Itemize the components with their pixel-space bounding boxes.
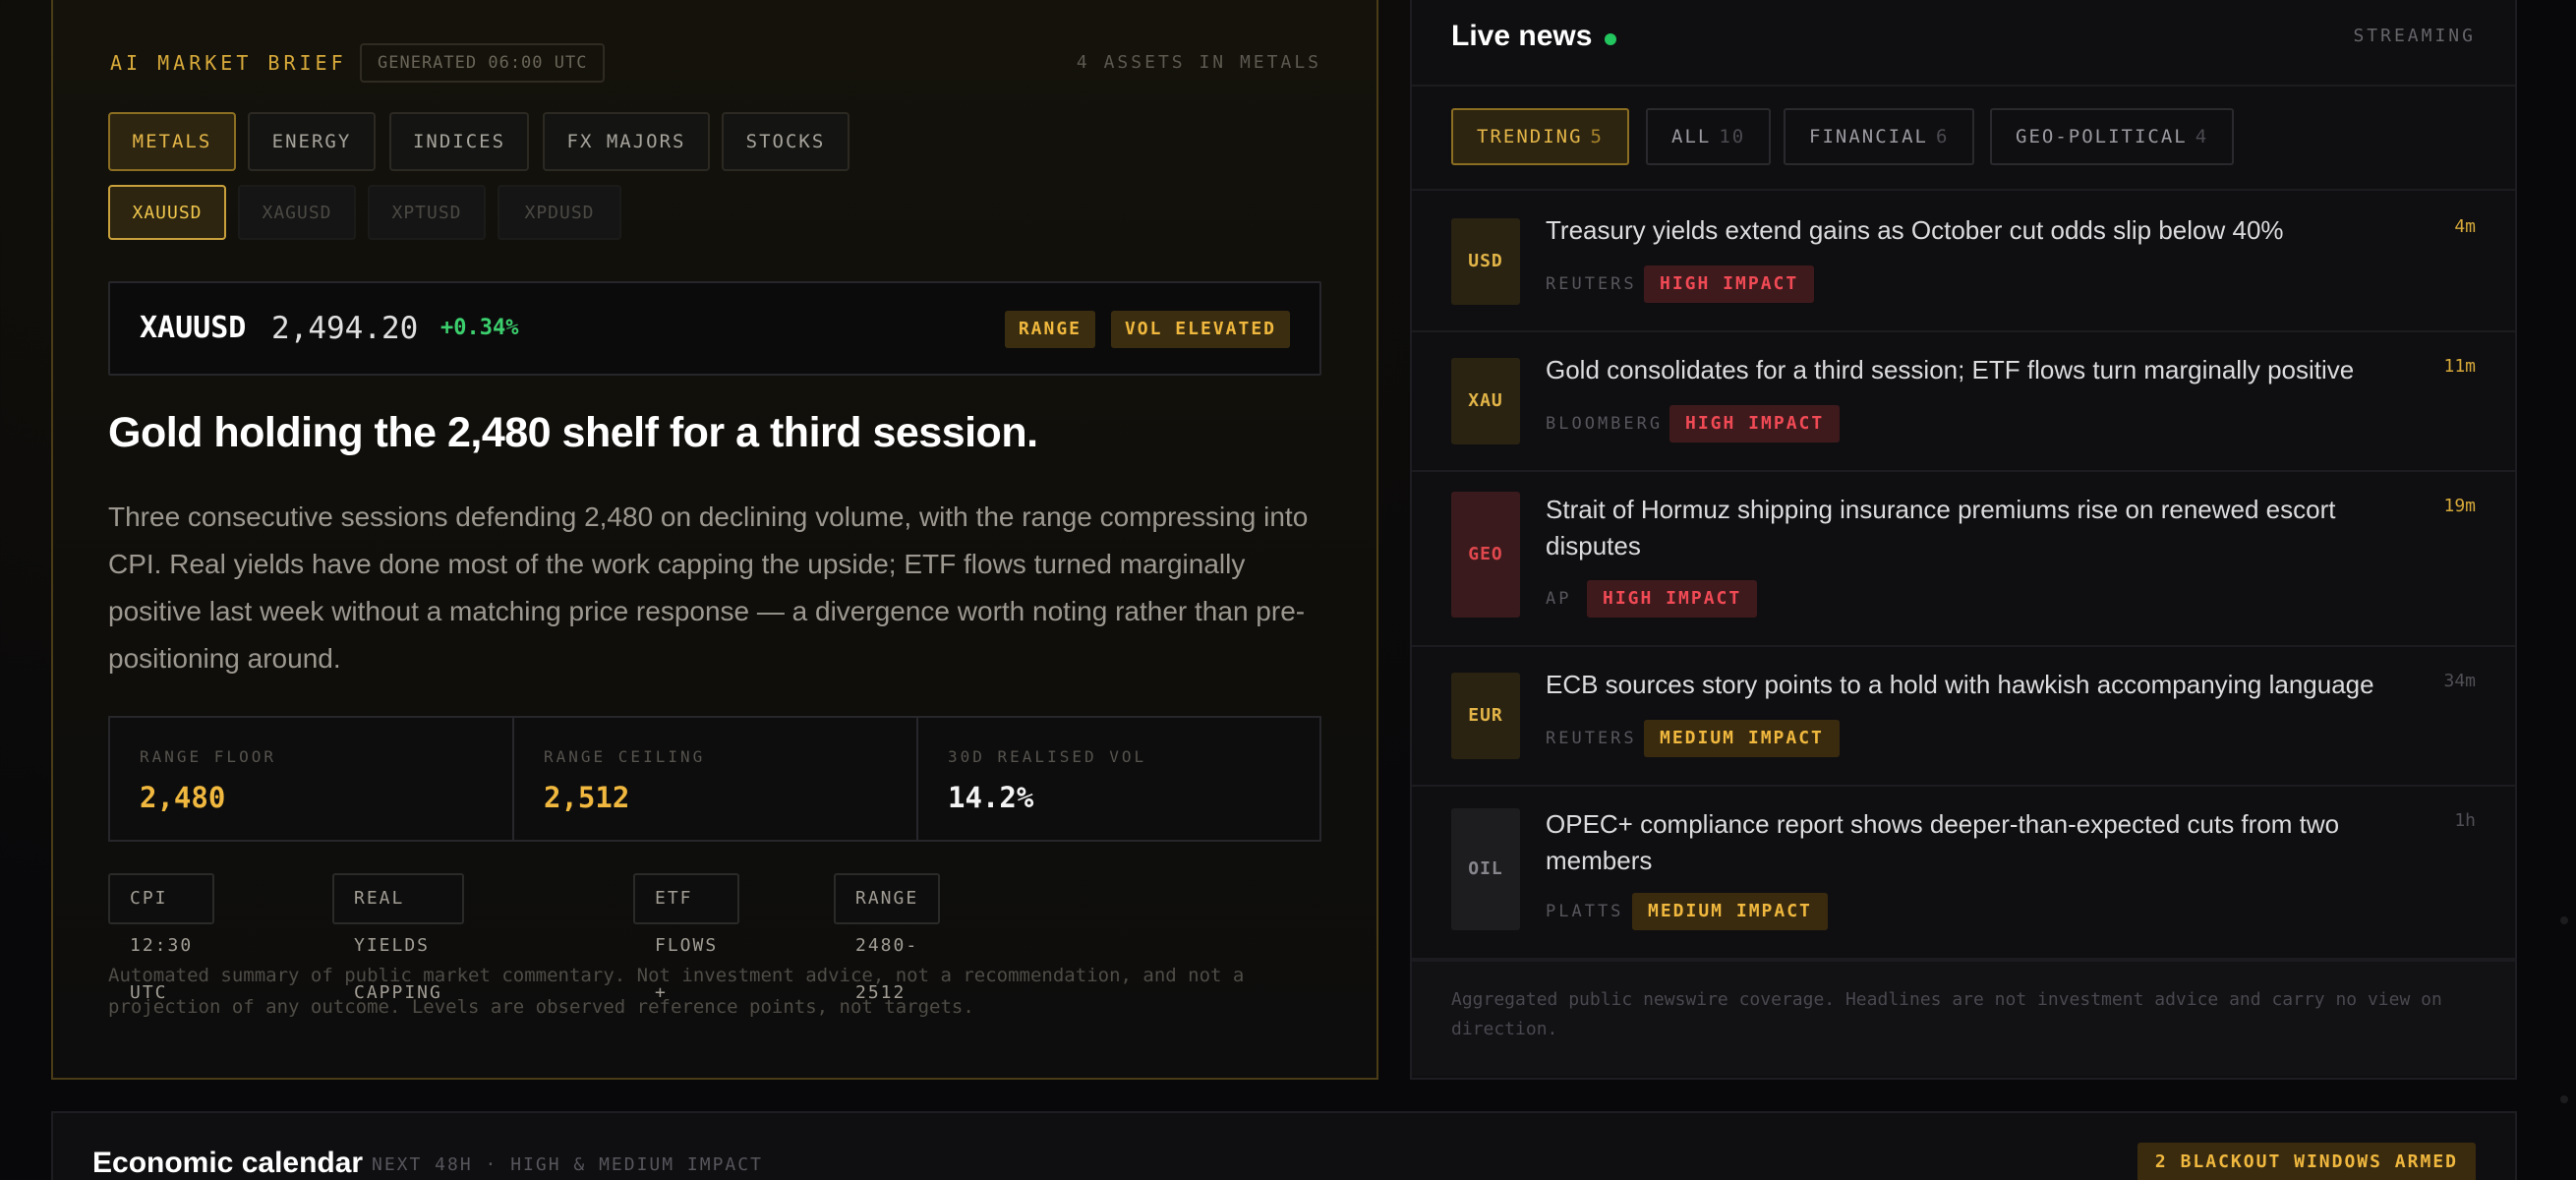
news-title: Live news: [1451, 20, 1593, 52]
news-time: 1h: [2454, 810, 2476, 831]
impact-badge: MEDIUM IMPACT: [1644, 720, 1840, 757]
filter-label: ALL: [1671, 126, 1712, 148]
filter-count: 6: [1935, 126, 1950, 148]
tab-metals[interactable]: METALS: [108, 112, 236, 171]
brief-disclaimer: Automated summary of public market comme…: [108, 965, 1245, 1018]
scroll-indicator: [2560, 916, 2568, 924]
generated-badge: GENERATED 06:00 UTC: [360, 43, 606, 83]
news-item[interactable]: XAU Gold consolidates for a third sessio…: [1412, 332, 2515, 472]
asset-count: 4 ASSETS IN METALS: [1076, 52, 1321, 73]
news-header: Live news STREAMING: [1412, 0, 2515, 87]
range-badge: RANGE: [1004, 311, 1095, 348]
xau-tag-icon: XAU: [1451, 358, 1520, 444]
scroll-indicator: [2560, 1095, 2568, 1103]
vol-elevated-badge: VOL ELEVATED: [1110, 311, 1290, 348]
brief-headline: Gold holding the 2,480 shelf for a third…: [108, 409, 1038, 456]
brief-header: AI MARKET BRIEF GENERATED 06:00 UTC 4 AS…: [110, 43, 1321, 83]
eur-tag-icon: EUR: [1451, 673, 1520, 759]
filter-trending[interactable]: TRENDING 5: [1451, 108, 1629, 165]
filter-count: 5: [1590, 126, 1604, 148]
news-filters: TRENDING 5 ALL 10 FINANCIAL 6 GEO-POLITICAL…: [1412, 88, 2515, 191]
usd-tag-icon: USD: [1451, 218, 1520, 305]
impact-badge: HIGH IMPACT: [1587, 580, 1758, 618]
news-time: 4m: [2454, 216, 2476, 237]
news-disclaimer: Aggregated public newswire coverage. Hea…: [1451, 989, 2442, 1039]
stat-label: RANGE FLOOR: [140, 747, 276, 766]
geo-tag-icon: GEO: [1451, 492, 1520, 618]
tag-etf-flows: ETF FLOWS +: [633, 873, 740, 1003]
impact-badge: HIGH IMPACT: [1669, 405, 1841, 442]
oil-tag-icon: OIL: [1451, 808, 1520, 930]
live-news-panel: Live news STREAMING TRENDING 5 ALL 10 FINA…: [1410, 0, 2517, 1080]
quote-box: XAUUSD 2,494.20 +0.34% RANGE VOL ELEVATE…: [108, 281, 1321, 376]
filter-label: TRENDING: [1477, 126, 1583, 148]
news-source: AP: [1546, 589, 1572, 609]
brief-title: AI MARKET BRIEF: [110, 51, 347, 75]
stat-value: 14.2%: [948, 781, 1034, 814]
news-item[interactable]: EUR ECB sources story points to a hold w…: [1412, 647, 2515, 787]
news-footer: Aggregated public newswire coverage. Hea…: [1412, 960, 2515, 1076]
tag-range: RANGE 2480-2512: [834, 873, 941, 1003]
news-headline: ECB sources story points to a hold with …: [1546, 670, 2374, 699]
stat-value: 2,512: [544, 781, 630, 814]
symbol-tab-xpdusd[interactable]: XPDUSD: [498, 185, 621, 240]
stat-range-floor: RANGE FLOOR 2,480: [110, 718, 514, 840]
filter-count: 4: [2195, 126, 2209, 148]
symbol-tab-xagusd[interactable]: XAGUSD: [238, 185, 356, 240]
streaming-status: STREAMING: [2353, 26, 2476, 46]
stat-value: 2,480: [140, 781, 226, 814]
news-source: PLATTS: [1546, 902, 1624, 921]
news-time: 11m: [2443, 356, 2476, 377]
quote-change: +0.34%: [440, 316, 519, 340]
filter-all[interactable]: ALL 10: [1646, 108, 1772, 165]
impact-badge: HIGH IMPACT: [1644, 266, 1815, 303]
brief-summary: Three consecutive sessions defending 2,4…: [108, 502, 1309, 674]
news-time: 19m: [2443, 496, 2476, 516]
stat-range-ceiling: RANGE CEILING 2,512: [514, 718, 918, 840]
news-source: REUTERS: [1546, 274, 1637, 294]
filter-financial[interactable]: FINANCIAL 6: [1784, 108, 1975, 165]
economic-calendar-panel: Economic calendar NEXT 48H · HIGH & MEDI…: [51, 1111, 2517, 1180]
tag-cpi: CPI 12:30 UTC: [108, 873, 215, 1003]
filter-label: GEO-POLITICAL: [2016, 126, 2188, 148]
stat-realised-vol: 30D REALISED VOL 14.2%: [918, 718, 1322, 840]
tab-stocks[interactable]: STOCKS: [722, 112, 849, 171]
stat-label: RANGE CEILING: [544, 747, 706, 766]
filter-label: FINANCIAL: [1809, 126, 1928, 148]
news-item[interactable]: USD Treasury yields extend gains as Octo…: [1412, 193, 2515, 332]
ai-market-brief-panel: AI MARKET BRIEF GENERATED 06:00 UTC 4 AS…: [51, 0, 1378, 1080]
news-headline: Gold consolidates for a third session; E…: [1546, 355, 2355, 384]
news-source: BLOOMBERG: [1546, 414, 1664, 434]
news-headline: Strait of Hormuz shipping insurance prem…: [1546, 495, 2336, 560]
tag-real-yields: REAL YIELDS CAPPING: [332, 873, 464, 1003]
tab-fx-majors[interactable]: FX MAJORS: [543, 112, 710, 171]
news-headline: Treasury yields extend gains as October …: [1546, 215, 2284, 245]
calendar-subtitle: NEXT 48H · HIGH & MEDIUM IMPACT: [372, 1154, 763, 1175]
news-item[interactable]: OIL OPEC+ compliance report shows deeper…: [1412, 787, 2515, 960]
stats-grid: RANGE FLOOR 2,480 RANGE CEILING 2,512 30…: [108, 716, 1321, 842]
news-item[interactable]: GEO Strait of Hormuz shipping insurance …: [1412, 472, 2515, 647]
stat-label: 30D REALISED VOL: [948, 747, 1147, 766]
quote-price: 2,494.20: [271, 311, 419, 346]
blackout-windows-badge: 2 BLACKOUT WINDOWS ARMED: [2137, 1143, 2476, 1180]
quote-symbol: XAUUSD: [140, 311, 247, 345]
calendar-title: Economic calendar: [92, 1147, 364, 1179]
tab-energy[interactable]: ENERGY: [248, 112, 376, 171]
live-indicator-icon: [1605, 33, 1616, 45]
news-source: REUTERS: [1546, 729, 1637, 748]
filter-geo-political[interactable]: GEO-POLITICAL 4: [1990, 108, 2235, 165]
symbol-tab-xauusd[interactable]: XAUUSD: [108, 185, 226, 240]
symbol-tab-xptusd[interactable]: XPTUSD: [368, 185, 486, 240]
impact-badge: MEDIUM IMPACT: [1632, 893, 1828, 930]
tab-indices[interactable]: INDICES: [389, 112, 529, 171]
news-headline: OPEC+ compliance report shows deeper-tha…: [1546, 809, 2340, 875]
news-time: 34m: [2443, 671, 2476, 691]
filter-count: 10: [1719, 126, 1746, 148]
